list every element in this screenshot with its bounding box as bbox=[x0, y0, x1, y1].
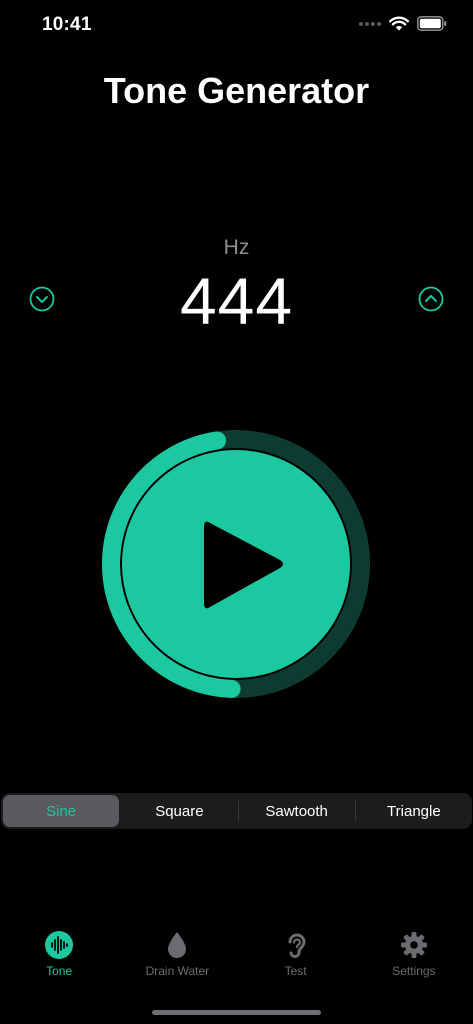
increase-frequency-button[interactable] bbox=[418, 286, 444, 312]
status-time: 10:41 bbox=[42, 14, 92, 35]
play-ring bbox=[101, 430, 370, 698]
wifi-icon bbox=[389, 16, 409, 31]
waveform-option-square[interactable]: Square bbox=[121, 795, 237, 827]
tab-tone[interactable]: Tone bbox=[0, 930, 118, 990]
frequency-value: 444 bbox=[179, 264, 294, 338]
waveform-icon bbox=[44, 930, 74, 960]
waveform-option-sawtooth[interactable]: Sawtooth bbox=[239, 795, 355, 827]
status-bar: 10:41 bbox=[0, 0, 473, 50]
home-indicator bbox=[152, 1010, 321, 1015]
tab-test[interactable]: Test bbox=[237, 930, 355, 990]
tab-drain-water[interactable]: Drain Water bbox=[118, 930, 236, 990]
waveform-selector: Sine Square Sawtooth Triangle bbox=[1, 793, 472, 829]
cellular-signal-icon bbox=[359, 21, 381, 26]
play-control[interactable] bbox=[100, 428, 372, 700]
decrease-frequency-button[interactable] bbox=[29, 286, 55, 312]
tab-label: Test bbox=[284, 964, 307, 978]
ear-icon bbox=[281, 930, 311, 960]
gear-icon bbox=[399, 930, 429, 960]
tab-settings[interactable]: Settings bbox=[355, 930, 473, 990]
tab-label: Settings bbox=[392, 964, 436, 978]
tab-label: Tone bbox=[46, 964, 73, 978]
waveform-option-triangle[interactable]: Triangle bbox=[356, 795, 472, 827]
tab-bar: Tone Drain Water Test Settings bbox=[0, 930, 473, 990]
chevron-down-circle-icon bbox=[29, 286, 55, 312]
battery-icon bbox=[417, 16, 447, 31]
page-title: Tone Generator bbox=[103, 70, 370, 111]
frequency-unit-label: Hz bbox=[223, 236, 250, 259]
chevron-up-circle-icon bbox=[418, 286, 444, 312]
waveform-option-sine[interactable]: Sine bbox=[3, 795, 120, 827]
tab-label: Drain Water bbox=[145, 964, 210, 978]
status-icons bbox=[359, 16, 447, 31]
drop-icon bbox=[162, 930, 192, 960]
